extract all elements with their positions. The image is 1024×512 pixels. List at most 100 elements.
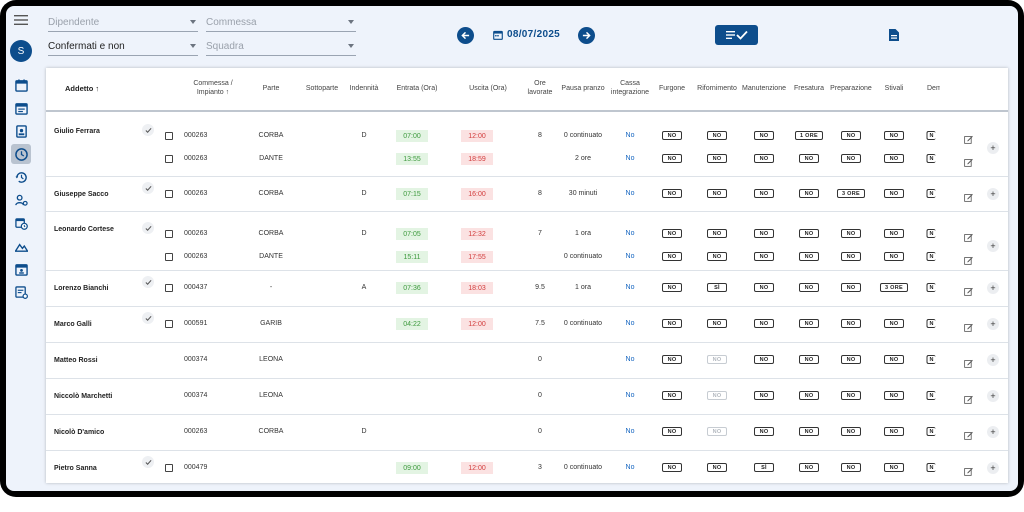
stivali-toggle[interactable]: 3 ORE [879,283,909,292]
entrata-time[interactable]: 15:11 [396,251,428,263]
add-line-button[interactable]: + [987,390,999,402]
fresatura-toggle[interactable]: NO [799,229,819,238]
manutenzione-toggle[interactable]: NO [754,229,774,238]
demo-toggle[interactable]: N [926,427,936,436]
sidebar-item-terrain[interactable] [11,236,31,256]
furgone-toggle[interactable]: NO [662,252,682,261]
avatar[interactable]: S [10,40,32,62]
sidebar-item-timesheet[interactable] [11,144,31,164]
edit-icon[interactable] [964,229,973,242]
date-display[interactable]: 08/07/2025 [493,29,560,40]
manutenzione-toggle[interactable]: NO [754,252,774,261]
add-line-button[interactable]: + [987,188,999,200]
entrata-time[interactable]: 09:00 [396,462,428,474]
confirmed-check[interactable] [142,276,154,288]
line-checkbox[interactable] [165,190,173,198]
next-day-button[interactable] [578,27,595,44]
rifornimento-toggle[interactable]: NO [707,319,727,328]
cassa-integrazione-cell[interactable]: No [626,464,635,471]
dipendente-select[interactable]: Dipendente [48,14,198,32]
demo-toggle[interactable]: N [926,189,936,198]
manutenzione-toggle[interactable]: NO [754,283,774,292]
stato-select[interactable]: Confermati e non [48,38,198,56]
cassa-integrazione-cell[interactable]: No [626,356,635,363]
rifornimento-toggle[interactable]: NO [707,427,727,436]
stivali-toggle[interactable]: NO [884,229,904,238]
line-checkbox[interactable] [165,132,173,140]
stivali-toggle[interactable]: NO [884,427,904,436]
manutenzione-toggle[interactable]: SÌ [754,463,774,472]
uscita-time[interactable]: 18:59 [461,153,493,165]
manutenzione-toggle[interactable]: NO [754,427,774,436]
rifornimento-toggle[interactable]: NO [707,355,727,364]
preparazione-toggle[interactable]: NO [841,229,861,238]
edit-icon[interactable] [964,252,973,265]
manutenzione-toggle[interactable]: NO [754,319,774,328]
edit-icon[interactable] [964,131,973,144]
cassa-integrazione-cell[interactable]: No [626,320,635,327]
rifornimento-toggle[interactable]: NO [707,391,727,400]
entrata-time[interactable]: 04:22 [396,318,428,330]
squadra-select[interactable]: Squadra [206,38,356,56]
furgone-toggle[interactable]: NO [662,154,682,163]
rifornimento-toggle[interactable]: NO [707,131,727,140]
edit-icon[interactable] [964,427,973,440]
rifornimento-toggle[interactable]: NO [707,154,727,163]
preparazione-toggle[interactable]: NO [841,252,861,261]
stivali-toggle[interactable]: NO [884,355,904,364]
sidebar-item-users[interactable] [11,190,31,210]
uscita-time[interactable]: 12:32 [461,228,493,240]
edit-icon[interactable] [964,355,973,368]
cassa-integrazione-cell[interactable]: No [626,284,635,291]
furgone-toggle[interactable]: NO [662,189,682,198]
furgone-toggle[interactable]: NO [662,391,682,400]
furgone-toggle[interactable]: NO [662,131,682,140]
uscita-time[interactable]: 18:03 [461,282,493,294]
line-checkbox[interactable] [165,253,173,261]
furgone-toggle[interactable]: NO [662,229,682,238]
sidebar-item-events[interactable] [11,98,31,118]
fresatura-toggle[interactable]: NO [799,252,819,261]
stivali-toggle[interactable]: NO [884,319,904,328]
edit-icon[interactable] [964,189,973,202]
fresatura-toggle[interactable]: NO [799,463,819,472]
preparazione-toggle[interactable]: NO [841,283,861,292]
rifornimento-toggle[interactable]: NO [707,189,727,198]
fresatura-toggle[interactable]: NO [799,355,819,364]
fresatura-toggle[interactable]: NO [799,283,819,292]
edit-icon[interactable] [964,283,973,296]
sidebar-item-team[interactable] [11,259,31,279]
cassa-integrazione-cell[interactable]: No [626,230,635,237]
uscita-time[interactable]: 16:00 [461,188,493,200]
demo-toggle[interactable]: N [926,391,936,400]
demo-toggle[interactable]: N [926,154,936,163]
add-line-button[interactable]: + [987,318,999,330]
cassa-integrazione-cell[interactable]: No [626,428,635,435]
fresatura-toggle[interactable]: NO [799,427,819,436]
stivali-toggle[interactable]: NO [884,131,904,140]
add-line-button[interactable]: + [987,426,999,438]
furgone-toggle[interactable]: NO [662,283,682,292]
demo-toggle[interactable]: N [926,252,936,261]
confirmed-check[interactable] [142,124,154,136]
manutenzione-toggle[interactable]: NO [754,154,774,163]
export-document-icon[interactable] [888,28,900,42]
add-line-button[interactable]: + [987,462,999,474]
line-checkbox[interactable] [165,155,173,163]
entrata-time[interactable]: 07:15 [396,188,428,200]
edit-icon[interactable] [964,463,973,476]
edit-icon[interactable] [964,154,973,167]
uscita-time[interactable]: 17:55 [461,251,493,263]
manutenzione-toggle[interactable]: NO [754,355,774,364]
furgone-toggle[interactable]: NO [662,355,682,364]
line-checkbox[interactable] [165,284,173,292]
col-addetto[interactable]: Addetto ↑ [65,84,99,93]
line-checkbox[interactable] [165,230,173,238]
stivali-toggle[interactable]: NO [884,463,904,472]
sidebar-item-report-settings[interactable] [11,282,31,302]
sidebar-item-history[interactable] [11,167,31,187]
entrata-time[interactable]: 07:36 [396,282,428,294]
fresatura-toggle[interactable]: 1 ORE [794,131,824,140]
sidebar-item-calendar[interactable] [11,75,31,95]
preparazione-toggle[interactable]: NO [841,355,861,364]
